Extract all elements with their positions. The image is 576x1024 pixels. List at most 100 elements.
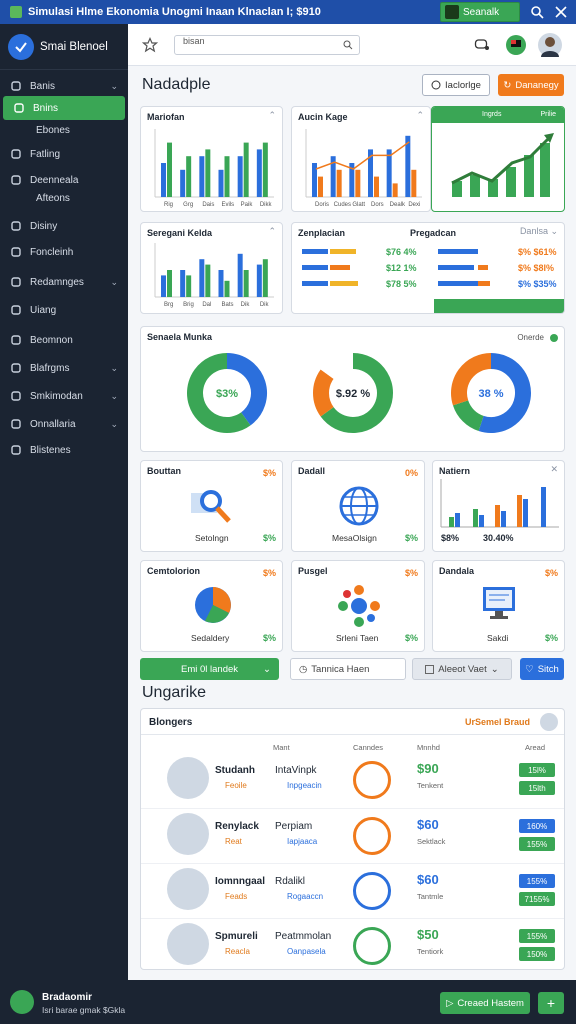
avatar[interactable]: [538, 33, 562, 57]
bar: [180, 169, 186, 197]
chart-card-1[interactable]: Mariofan ⌃ Rig Grg Dais Evils Paik Dikk: [140, 106, 283, 212]
card-title: Dandala: [439, 566, 475, 576]
sidebar-item-label: Uiang: [30, 304, 57, 316]
feature-card-network[interactable]: Pusgel $% Srleni Taen $%: [291, 560, 425, 652]
bar: [186, 156, 192, 197]
select-dropdown[interactable]: Aleeot Vaet ⌄: [412, 658, 512, 680]
outline-button[interactable]: Iaclorlge: [422, 74, 490, 96]
sidebar-item-onnallaria[interactable]: Onnallaria ⌄: [0, 412, 128, 436]
orange-button[interactable]: ↻ Dananegy: [498, 74, 564, 96]
trend-chart: [451, 133, 554, 197]
chart-card-4[interactable]: Natiern ✕ $8% 30.40%: [432, 460, 565, 552]
sidebar-item-beomnon[interactable]: Beomnon: [0, 328, 128, 352]
donut-label: 38 %: [478, 388, 503, 400]
table-row[interactable]: Renylack Reat Perpiam Iapjaaca $60 Sektl…: [141, 808, 564, 862]
sidebar-item-smkimodan[interactable]: Smkimodan ⌄: [0, 384, 128, 408]
sidebar-item-uiang[interactable]: Uiang: [0, 298, 128, 322]
chart-card-2[interactable]: Aucin Kage ⌃ Doris Cudes Glatt Dors Dealk Dex…: [291, 106, 431, 212]
tick-label: Dexi: [408, 202, 420, 208]
close-icon[interactable]: [552, 3, 570, 21]
app-icon: [10, 6, 22, 18]
status-badge: 150%: [519, 947, 555, 961]
donut-slice: [452, 399, 485, 432]
donut-charts: $3% $.92 % 38 %: [187, 353, 531, 433]
window-title: Simulasi Hlme Ekonomia Unogmi Inaan Klna…: [28, 6, 321, 18]
folder-icon: [11, 175, 21, 185]
sidebar-item-fatling[interactable]: Fatling: [0, 142, 128, 166]
play-icon: ▷: [446, 997, 454, 1009]
box-icon: [11, 363, 21, 373]
gear-icon: [11, 391, 21, 401]
sidebar-brand[interactable]: Smai Blenoel: [0, 24, 128, 70]
dropdown-green-button[interactable]: Emi 0l landek ⌄: [140, 658, 279, 680]
sidebar-item-label: Beomnon: [30, 334, 73, 346]
filter-input[interactable]: ◷ Tannica Haen: [290, 658, 406, 680]
sidebar-item-blafrgms[interactable]: Blafrgms ⌄: [0, 356, 128, 380]
bar: [180, 270, 186, 297]
blue-action-button[interactable]: ♡ Sitch: [520, 658, 564, 680]
tick-label: Dik: [241, 302, 251, 308]
tick-label: Dal: [202, 302, 211, 308]
add-button[interactable]: +: [538, 992, 564, 1014]
trend-card[interactable]: Ingrds Prilie: [431, 106, 565, 212]
bar: [205, 264, 211, 297]
sidebar-item-label: Fatling: [30, 148, 61, 160]
trend-header: Ingrds Prilie: [432, 107, 564, 123]
user-avatar-icon[interactable]: [10, 990, 34, 1014]
sidebar-item-label: Blafrgms: [30, 362, 70, 374]
feature-card-globe[interactable]: Dadall 0% MesaOlsign $%: [291, 460, 425, 552]
progress-card[interactable]: Zenplacian Pregadcan Danlsa ⌄ $76 4% $12…: [291, 222, 565, 314]
sidebar-item-afteons[interactable]: Afteons: [0, 188, 128, 208]
pie-icon: [195, 587, 231, 623]
create-button[interactable]: ▷ Creaed Hastem: [440, 992, 530, 1014]
sidebar-item-ebones[interactable]: Ebones: [0, 120, 128, 140]
tick-label: Dealk: [390, 202, 406, 208]
top-search-button[interactable]: Seanalk: [440, 2, 520, 22]
bar-chart: Brg Brig Dal Bats Dik Dik: [154, 243, 274, 308]
sidebar-item-foncleinh[interactable]: Foncleinh: [0, 240, 128, 264]
sidebar-item-label: Foncleinh: [30, 246, 74, 258]
search-icon[interactable]: [528, 3, 546, 21]
table-row[interactable]: Studanh Feoile IntaVinpk Inpgeacin $90 T…: [141, 753, 564, 807]
bar: [167, 142, 172, 197]
sidebar-item-banis[interactable]: Banis ⌄: [0, 74, 128, 98]
feature-card-monitor[interactable]: Dandala $% Sakdi $%: [432, 560, 565, 652]
bar: [312, 163, 317, 197]
bar: [199, 156, 205, 197]
rocket-icon: [11, 335, 21, 345]
chevron-down-icon: ⌄: [263, 663, 271, 675]
table-row[interactable]: Spmureli Reacla Peatmmolan Oanpasela $50…: [141, 918, 564, 969]
tick-label: Bats: [222, 302, 234, 308]
sidebar-item-label: Smkimodan: [30, 390, 83, 402]
avatar[interactable]: [540, 713, 558, 731]
card-title: Cemtolorion: [147, 566, 200, 576]
avatar: [167, 923, 209, 965]
chat-icon[interactable]: [472, 35, 492, 55]
bar: [218, 270, 224, 297]
sidebar-item-disiny[interactable]: Disiny: [0, 214, 128, 238]
star-icon[interactable]: [140, 35, 160, 55]
product-icon: [353, 927, 391, 965]
search-input[interactable]: bisan: [174, 35, 360, 55]
sidebar-item-redamnges[interactable]: Redamnges ⌄: [0, 270, 128, 294]
bar: [205, 149, 211, 197]
flag-icon[interactable]: [506, 35, 526, 55]
product-icon: [353, 761, 391, 799]
search-icon: [11, 149, 21, 159]
sidebar-item-bnins[interactable]: Bnins: [3, 96, 125, 120]
bar: [318, 176, 323, 197]
feature-card-pie[interactable]: Cemtolorion $% Sedaldery $%: [140, 560, 283, 652]
footer-bar: Bradaomir Isri barae gmak $Gkla ▷ Creaed …: [0, 980, 576, 1024]
close-icon[interactable]: ✕: [550, 464, 558, 475]
status-badge: 15lth: [519, 781, 555, 795]
sidebar-item-blistenes[interactable]: Blistenes: [0, 438, 128, 462]
bar: [386, 149, 392, 197]
donut-slice: [313, 369, 334, 417]
title-bar: Simulasi Hlme Ekonomia Unogmi Inaan Klna…: [0, 0, 576, 24]
chart-card-3[interactable]: Seregani Kelda ⌃ Brg Brig Dal Bats Dik Dik: [140, 222, 283, 314]
table-row[interactable]: Iomnngaal Feads Rdalikl Rogaaccn $60 Tan…: [141, 863, 564, 917]
feature-card-search[interactable]: Bouttan $% Setolngn $%: [140, 460, 283, 552]
bar: [186, 275, 192, 297]
clock-icon: [431, 80, 441, 90]
donut-card[interactable]: Senaela Munka Onerde $3% $.92 % 38 %: [140, 326, 565, 452]
